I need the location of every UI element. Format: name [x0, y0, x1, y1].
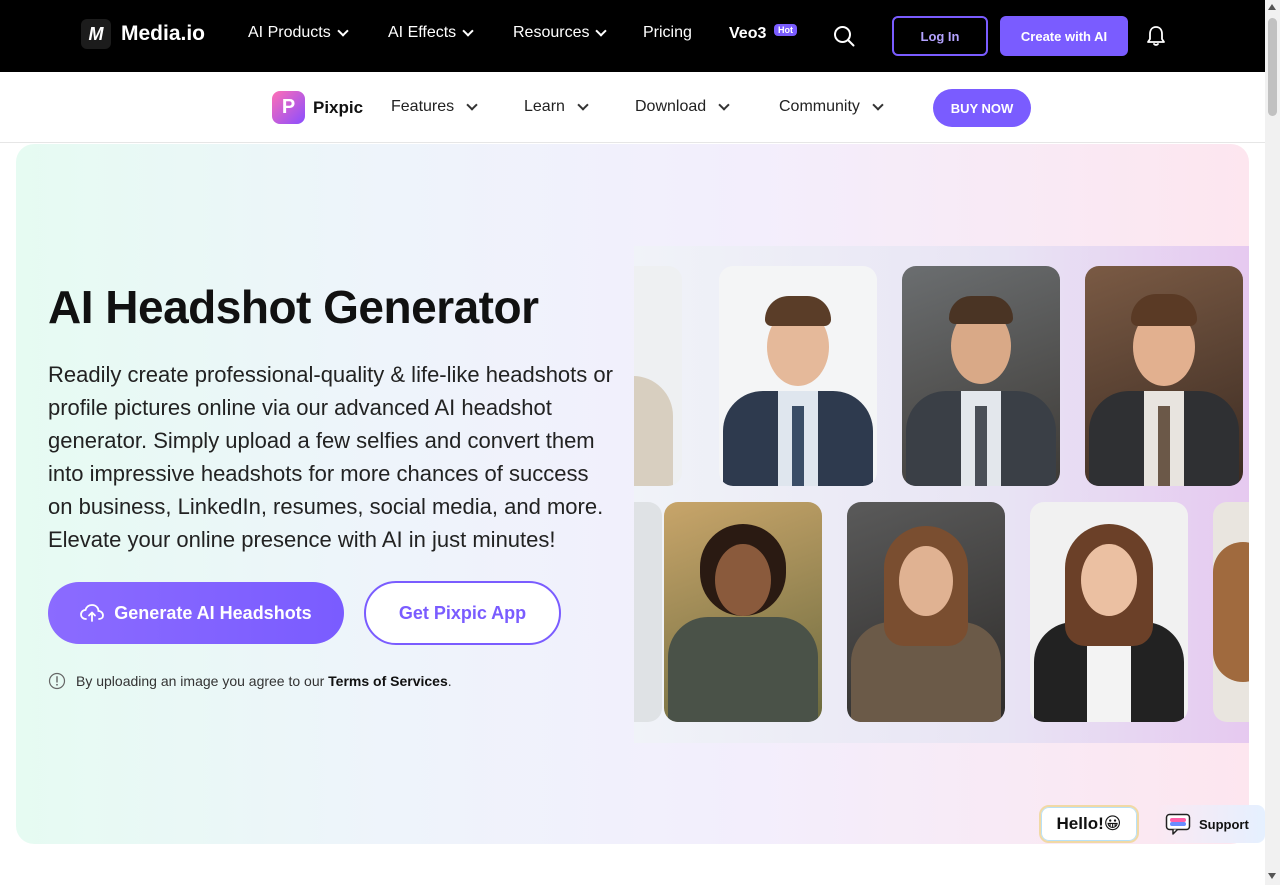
pixpic-subnav: P Pixpic Features Learn Download Communi…	[0, 72, 1265, 143]
search-icon[interactable]	[833, 25, 855, 47]
headshot-photo	[1085, 266, 1243, 486]
mediaio-logo-icon: M	[81, 19, 111, 49]
headshot-photo	[664, 502, 822, 722]
chat-icon	[1165, 813, 1191, 835]
headshot-photo	[634, 502, 662, 722]
subnav-learn-label: Learn	[524, 98, 565, 115]
headshot-photo	[1213, 502, 1249, 722]
terms-suffix: .	[447, 673, 452, 689]
nav-resources[interactable]: Resources	[513, 24, 608, 42]
chevron-down-icon	[466, 98, 478, 111]
generate-headshots-label: Generate AI Headshots	[114, 602, 312, 623]
page-title: AI Headshot Generator	[48, 281, 539, 333]
hot-badge: Hot	[774, 24, 797, 36]
get-pixpic-app-button[interactable]: Get Pixpic App	[364, 581, 561, 645]
subnav-download-label: Download	[635, 98, 707, 115]
pixpic-logo[interactable]: P Pixpic	[272, 91, 363, 124]
nav-ai-products[interactable]: AI Products	[248, 24, 349, 42]
subnav-features-label: Features	[391, 98, 455, 115]
nav-resources-label: Resources	[513, 24, 590, 41]
hello-chat-bubble[interactable]: Hello!😀	[1039, 805, 1139, 843]
cloud-upload-icon	[80, 604, 105, 622]
support-button[interactable]: Support	[1155, 805, 1265, 843]
generate-headshots-button[interactable]: Generate AI Headshots	[48, 582, 344, 644]
create-with-ai-button[interactable]: Create with AI	[1000, 16, 1128, 56]
headshot-collage	[634, 246, 1249, 743]
pixpic-logo-icon: P	[272, 91, 305, 124]
chevron-down-icon	[872, 98, 884, 111]
hero-section: AI Headshot Generator Readily create pro…	[16, 144, 1249, 844]
headshot-photo	[847, 502, 1005, 722]
headshot-photo	[634, 266, 682, 486]
headshot-photo	[719, 266, 877, 486]
chevron-down-icon	[718, 98, 730, 111]
nav-ai-effects[interactable]: AI Effects	[388, 24, 474, 42]
subnav-community[interactable]: Community	[779, 98, 884, 116]
scroll-up-arrow-icon[interactable]	[1268, 4, 1276, 10]
terms-notice: By uploading an image you agree to our T…	[48, 672, 452, 690]
top-navbar: M Media.io AI Products AI Effects Resour…	[0, 0, 1265, 72]
login-button[interactable]: Log In	[892, 16, 988, 56]
chevron-down-icon	[337, 24, 349, 37]
scroll-down-arrow-icon[interactable]	[1268, 873, 1276, 879]
page-scrollbar[interactable]	[1265, 0, 1280, 885]
chevron-down-icon	[595, 24, 608, 37]
terms-link[interactable]: Terms of Services	[328, 673, 448, 689]
subnav-community-label: Community	[779, 98, 860, 115]
nav-pricing-label: Pricing	[643, 24, 692, 41]
nav-veo3[interactable]: Veo3	[729, 25, 766, 43]
chevron-down-icon	[577, 98, 589, 111]
nav-ai-products-label: AI Products	[248, 24, 331, 41]
subnav-learn[interactable]: Learn	[524, 98, 589, 116]
bell-icon[interactable]	[1146, 25, 1166, 47]
nav-ai-effects-label: AI Effects	[388, 24, 457, 41]
buy-now-button[interactable]: BUY NOW	[933, 89, 1031, 127]
hero-description: Readily create professional-quality & li…	[48, 362, 613, 552]
mediaio-logo[interactable]: M Media.io	[81, 19, 205, 49]
info-icon	[48, 672, 66, 690]
support-label: Support	[1199, 816, 1249, 832]
terms-prefix: By uploading an image you agree to our	[76, 673, 329, 689]
headshot-photo	[902, 266, 1060, 486]
subnav-download[interactable]: Download	[635, 98, 730, 116]
headshot-photo	[1030, 502, 1188, 722]
nav-pricing[interactable]: Pricing	[643, 24, 692, 42]
chevron-down-icon	[462, 24, 474, 37]
mediaio-brand-name: Media.io	[121, 22, 206, 45]
pixpic-brand-name: Pixpic	[313, 97, 364, 117]
scrollbar-thumb[interactable]	[1268, 18, 1277, 116]
subnav-features[interactable]: Features	[391, 98, 478, 116]
